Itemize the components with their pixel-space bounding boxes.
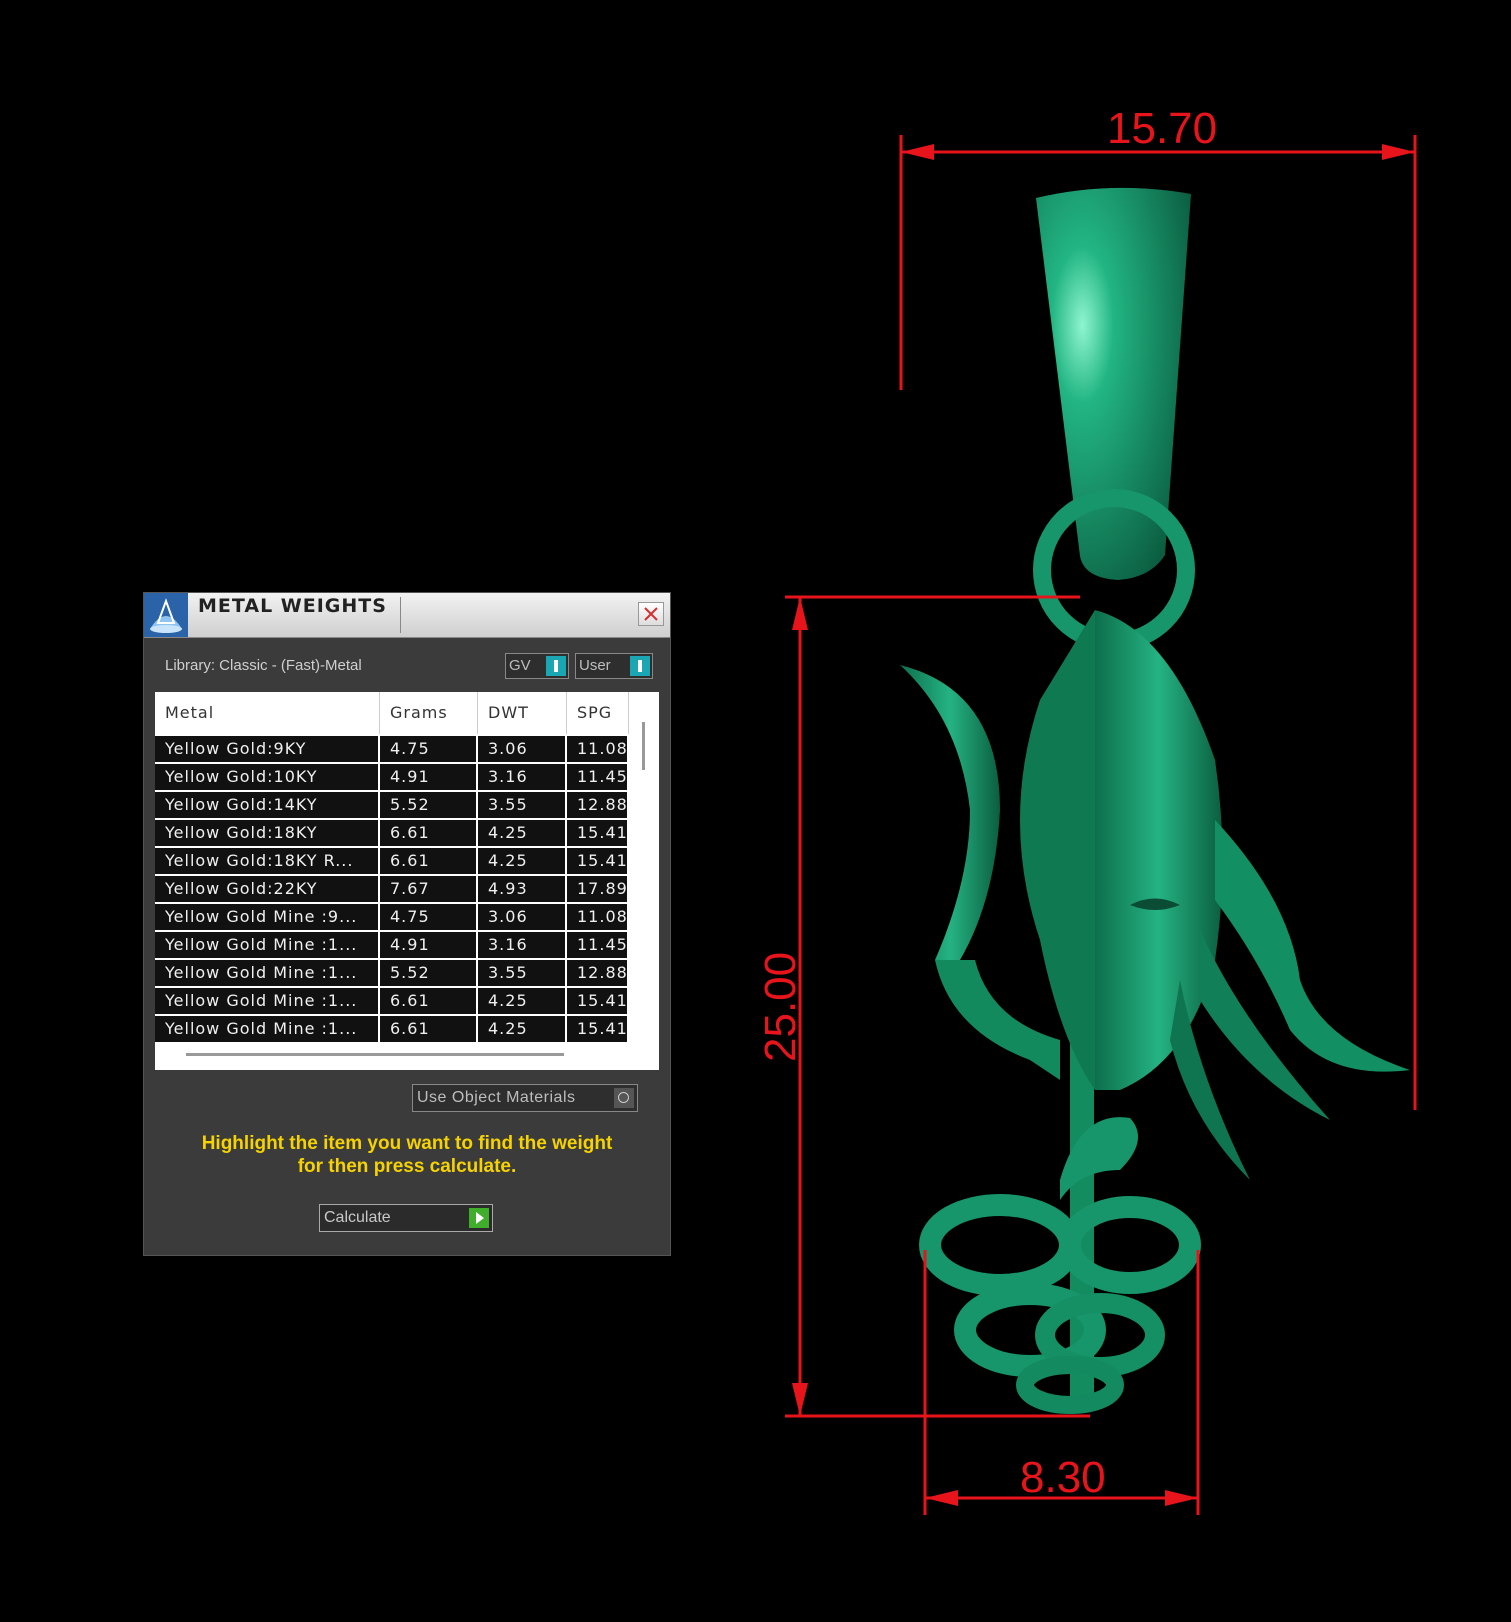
grams-cell: 4.91 — [380, 764, 478, 790]
dwt-cell: 4.25 — [478, 1016, 567, 1042]
spg-cell: 11.08 — [567, 904, 629, 930]
table-row[interactable]: Yellow Gold:22KY 7.67 4.93 17.89 — [155, 876, 629, 902]
table-row[interactable]: Yellow Gold Mine :1... 6.61 4.25 15.41 — [155, 988, 629, 1014]
toggle-switch-icon — [630, 656, 650, 676]
dimension-height-label: 25.00 — [756, 952, 805, 1062]
gv-toggle-label: GV — [509, 657, 531, 674]
user-toggle[interactable]: User — [575, 653, 653, 679]
play-arrow-icon — [469, 1208, 489, 1228]
circle-option-icon — [614, 1088, 634, 1108]
instruction-text: Highlight the item you want to find the … — [164, 1132, 650, 1178]
grams-cell: 5.52 — [380, 960, 478, 986]
metal-cell: Yellow Gold:10KY — [155, 764, 380, 790]
metal-table[interactable]: Metal Grams DWT SPG Yellow Gold:9KY 4.75… — [155, 692, 659, 1070]
dwt-cell: 3.06 — [478, 904, 567, 930]
metal-cell: Yellow Gold Mine :1... — [155, 932, 380, 958]
dwt-cell: 4.25 — [478, 848, 567, 874]
grams-cell: 6.61 — [380, 820, 478, 846]
table-row[interactable]: Yellow Gold:9KY 4.75 3.06 11.08 — [155, 736, 629, 762]
toggle-switch-icon — [546, 656, 566, 676]
metal-cell: Yellow Gold Mine :9... — [155, 904, 380, 930]
column-header-spg[interactable]: SPG — [567, 692, 629, 734]
dimension-width-label: 15.70 — [1107, 104, 1217, 153]
grams-cell: 6.61 — [380, 988, 478, 1014]
table-row[interactable]: Yellow Gold:18KY R... 6.61 4.25 15.41 — [155, 848, 629, 874]
calculate-label: Calculate — [324, 1209, 391, 1226]
table-row[interactable]: Yellow Gold Mine :1... 6.61 4.25 15.41 — [155, 1016, 629, 1042]
grams-cell: 6.61 — [380, 848, 478, 874]
vertical-scroll-thumb[interactable] — [642, 722, 645, 770]
dwt-cell: 3.16 — [478, 764, 567, 790]
grams-cell: 4.75 — [380, 904, 478, 930]
dwt-cell: 4.25 — [478, 988, 567, 1014]
panel-titlebar[interactable]: METAL WEIGHTS — [144, 593, 670, 638]
spg-cell: 11.08 — [567, 736, 629, 762]
metal-cell: Yellow Gold:22KY — [155, 876, 380, 902]
grams-cell: 4.75 — [380, 736, 478, 762]
metal-cell: Yellow Gold:14KY — [155, 792, 380, 818]
calculate-button[interactable]: Calculate — [319, 1204, 493, 1232]
metal-cell: Yellow Gold Mine :1... — [155, 1016, 380, 1042]
table-row[interactable]: Yellow Gold:18KY 6.61 4.25 15.41 — [155, 820, 629, 846]
spg-cell: 11.45 — [567, 932, 629, 958]
rhino-logo-icon — [144, 593, 188, 637]
spg-cell: 15.41 — [567, 848, 629, 874]
window-title: METAL WEIGHTS — [198, 595, 387, 617]
instruction-line-2: for then press calculate. — [297, 1156, 517, 1177]
metal-cell: Yellow Gold Mine :1... — [155, 988, 380, 1014]
table-header: Metal Grams DWT SPG — [155, 692, 629, 734]
dwt-cell: 3.16 — [478, 932, 567, 958]
library-label: Library: Classic - (Fast)-Metal — [165, 657, 362, 674]
spg-cell: 15.41 — [567, 820, 629, 846]
metal-cell: Yellow Gold:18KY — [155, 820, 380, 846]
metal-cell: Yellow Gold:18KY R... — [155, 848, 380, 874]
spg-cell: 11.45 — [567, 764, 629, 790]
table-row[interactable]: Yellow Gold:14KY 5.52 3.55 12.88 — [155, 792, 629, 818]
grams-cell: 4.91 — [380, 932, 478, 958]
spg-cell: 15.41 — [567, 988, 629, 1014]
gv-toggle[interactable]: GV — [505, 653, 569, 679]
pendant-model — [900, 187, 1410, 1414]
column-header-dwt[interactable]: DWT — [478, 692, 567, 734]
dwt-cell: 3.55 — [478, 792, 567, 818]
dwt-cell: 4.25 — [478, 820, 567, 846]
user-toggle-label: User — [579, 657, 611, 674]
dimension-base-label: 8.30 — [1020, 1453, 1106, 1502]
metal-cell: Yellow Gold:9KY — [155, 736, 380, 762]
metal-cell: Yellow Gold Mine :1... — [155, 960, 380, 986]
close-icon — [644, 607, 658, 621]
spg-cell: 15.41 — [567, 1016, 629, 1042]
horizontal-scroll-thumb[interactable] — [186, 1053, 564, 1056]
table-row[interactable]: Yellow Gold:10KY 4.91 3.16 11.45 — [155, 764, 629, 790]
grams-cell: 6.61 — [380, 1016, 478, 1042]
table-row[interactable]: Yellow Gold Mine :1... 4.91 3.16 11.45 — [155, 932, 629, 958]
grams-cell: 5.52 — [380, 792, 478, 818]
use-object-materials-button[interactable]: Use Object Materials — [412, 1084, 638, 1112]
spg-cell: 17.89 — [567, 876, 629, 902]
dwt-cell: 4.93 — [478, 876, 567, 902]
metal-weights-panel: METAL WEIGHTS Library: Classic - (Fast)-… — [143, 592, 671, 1256]
column-header-metal[interactable]: Metal — [155, 692, 380, 734]
instruction-line-1: Highlight the item you want to find the … — [201, 1133, 613, 1154]
column-header-grams[interactable]: Grams — [380, 692, 478, 734]
table-body: Yellow Gold:9KY 4.75 3.06 11.08 Yellow G… — [155, 734, 629, 1042]
use-object-materials-label: Use Object Materials — [417, 1089, 576, 1106]
dwt-cell: 3.06 — [478, 736, 567, 762]
table-row[interactable]: Yellow Gold Mine :1... 5.52 3.55 12.88 — [155, 960, 629, 986]
title-separator — [400, 597, 401, 633]
spg-cell: 12.88 — [567, 792, 629, 818]
dwt-cell: 3.55 — [478, 960, 567, 986]
spg-cell: 12.88 — [567, 960, 629, 986]
close-button[interactable] — [638, 602, 664, 626]
grams-cell: 7.67 — [380, 876, 478, 902]
table-row[interactable]: Yellow Gold Mine :9... 4.75 3.06 11.08 — [155, 904, 629, 930]
